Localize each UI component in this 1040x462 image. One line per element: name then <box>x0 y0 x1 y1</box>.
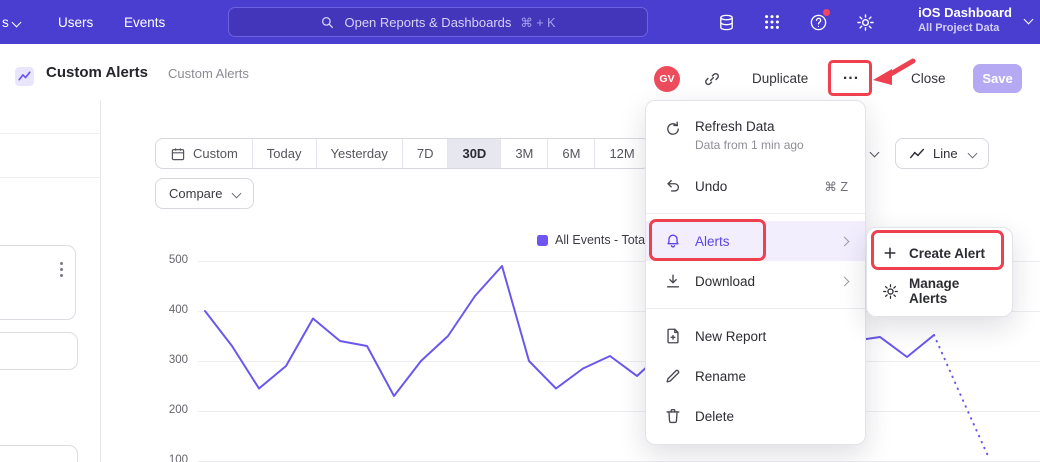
close-button[interactable]: Close <box>911 71 946 86</box>
pencil-icon <box>663 367 682 386</box>
kebab-menu-icon[interactable] <box>60 262 63 277</box>
chevron-down-icon <box>1024 15 1034 25</box>
menu-item-label: Refresh Data <box>695 119 775 134</box>
download-icon <box>663 272 682 291</box>
save-button[interactable]: Save <box>973 64 1022 93</box>
nav-item-events[interactable]: Events <box>124 0 165 44</box>
menu-item-label: Alerts <box>695 234 730 249</box>
data-management-icon[interactable] <box>716 12 736 32</box>
alerts-submenu: Create Alert Manage Alerts <box>866 227 1013 317</box>
submenu-item-label: Create Alert <box>909 246 985 261</box>
menu-item-label: Delete <box>695 409 734 424</box>
chevron-down-icon <box>967 149 977 159</box>
sidebar-card[interactable] <box>0 245 76 320</box>
gear-icon <box>881 282 899 300</box>
submenu-item-label: Manage Alerts <box>909 276 998 306</box>
plus-icon <box>881 244 899 262</box>
search-shortcut: ⌘ + K <box>520 15 555 30</box>
y-axis-label: 500 <box>156 254 188 266</box>
legend-swatch <box>537 235 548 246</box>
partially-hidden-dropdown-chevron-icon[interactable] <box>870 148 880 158</box>
chevron-right-icon <box>840 236 850 246</box>
chart-type-label: Line <box>933 146 958 161</box>
trash-icon <box>663 407 682 426</box>
report-type-icon[interactable] <box>14 66 35 92</box>
menu-item-alerts[interactable]: Alerts <box>646 221 865 261</box>
menu-item-label: Rename <box>695 369 746 384</box>
date-range-6m[interactable]: 6M <box>547 139 594 168</box>
report-options-menu: Refresh Data Data from 1 min ago Undo ⌘ … <box>645 100 866 445</box>
y-axis-label: 400 <box>156 304 188 316</box>
sidebar-card[interactable] <box>0 332 78 370</box>
date-range-30d[interactable]: 30D <box>447 139 500 168</box>
submenu-item-create-alert[interactable]: Create Alert <box>867 234 1012 272</box>
date-range-today[interactable]: Today <box>252 139 316 168</box>
compare-label: Compare <box>169 186 222 201</box>
date-range-12m[interactable]: 12M <box>594 139 648 168</box>
date-range-3m[interactable]: 3M <box>500 139 547 168</box>
apps-grid-icon[interactable] <box>762 12 782 32</box>
project-title: iOS Dashboard <box>918 5 1012 20</box>
top-navbar: s Users Events Open Reports & Dashboards… <box>0 0 1040 44</box>
chart-type-button[interactable]: Line <box>895 138 989 169</box>
legend-label: All Events - Total <box>555 233 648 247</box>
date-range-label: Custom <box>193 146 238 161</box>
more-options-button[interactable]: ... <box>836 66 866 84</box>
project-subtitle: All Project Data <box>918 22 1012 34</box>
notification-dot <box>822 8 831 17</box>
avatar[interactable]: GV <box>654 66 680 92</box>
search-icon <box>320 15 335 30</box>
y-axis-label: 200 <box>156 404 188 416</box>
date-range-segmented-control: Custom Today Yesterday 7D 30D 3M 6M 12M <box>155 138 650 169</box>
share-link-icon[interactable] <box>703 70 721 93</box>
sidebar-divider <box>100 100 101 462</box>
calendar-icon <box>170 146 186 162</box>
app-screen: s Users Events Open Reports & Dashboards… <box>0 0 1040 462</box>
menu-item-download[interactable]: Download <box>646 261 865 301</box>
report-title: Custom Alerts <box>46 64 148 81</box>
compare-button[interactable]: Compare <box>155 178 254 209</box>
project-selector[interactable]: iOS Dashboard All Project Data <box>918 5 1032 34</box>
global-search-input[interactable]: Open Reports & Dashboards ⌘ + K <box>228 7 648 37</box>
line-chart-icon <box>908 145 926 163</box>
chart-legend[interactable]: All Events - Total <box>537 233 648 247</box>
search-placeholder: Open Reports & Dashboards <box>344 15 511 30</box>
undo-icon <box>663 177 682 196</box>
menu-item-refresh-data[interactable]: Refresh Data Data from 1 min ago <box>646 109 865 166</box>
y-axis-label: 100 <box>156 454 188 462</box>
date-range-7d[interactable]: 7D <box>402 139 448 168</box>
date-range-custom[interactable]: Custom <box>156 139 252 168</box>
menu-divider <box>646 213 865 214</box>
breadcrumb[interactable]: Custom Alerts <box>168 66 249 81</box>
menu-item-undo[interactable]: Undo ⌘ Z <box>646 166 865 206</box>
sidebar-row-divider <box>0 177 100 178</box>
chevron-down-icon <box>11 17 21 27</box>
bell-icon <box>663 232 682 251</box>
menu-item-subtitle: Data from 1 min ago <box>695 138 804 152</box>
refresh-icon <box>663 119 682 138</box>
duplicate-button[interactable]: Duplicate <box>752 71 808 86</box>
menu-item-label: New Report <box>695 329 766 344</box>
report-header: Custom Alerts Custom Alerts GV Duplicate… <box>0 44 1040 100</box>
menu-divider <box>646 308 865 309</box>
nav-item-users[interactable]: Users <box>58 0 93 44</box>
sidebar-row-divider <box>0 133 100 134</box>
menu-item-delete[interactable]: Delete <box>646 396 865 436</box>
settings-gear-icon[interactable] <box>855 12 875 32</box>
menu-item-new-report[interactable]: New Report <box>646 316 865 356</box>
keyboard-shortcut: ⌘ Z <box>824 179 848 194</box>
chevron-down-icon <box>232 189 242 199</box>
y-axis-label: 300 <box>156 354 188 366</box>
nav-item-partial-label: s <box>2 15 9 30</box>
menu-item-rename[interactable]: Rename <box>646 356 865 396</box>
nav-item-partial[interactable]: s <box>2 0 20 44</box>
submenu-item-manage-alerts[interactable]: Manage Alerts <box>867 272 1012 310</box>
chevron-right-icon <box>840 276 850 286</box>
sidebar-card[interactable] <box>0 445 78 462</box>
menu-item-label: Download <box>695 274 755 289</box>
new-report-icon <box>663 327 682 346</box>
date-range-yesterday[interactable]: Yesterday <box>316 139 402 168</box>
menu-item-label: Undo <box>695 179 727 194</box>
